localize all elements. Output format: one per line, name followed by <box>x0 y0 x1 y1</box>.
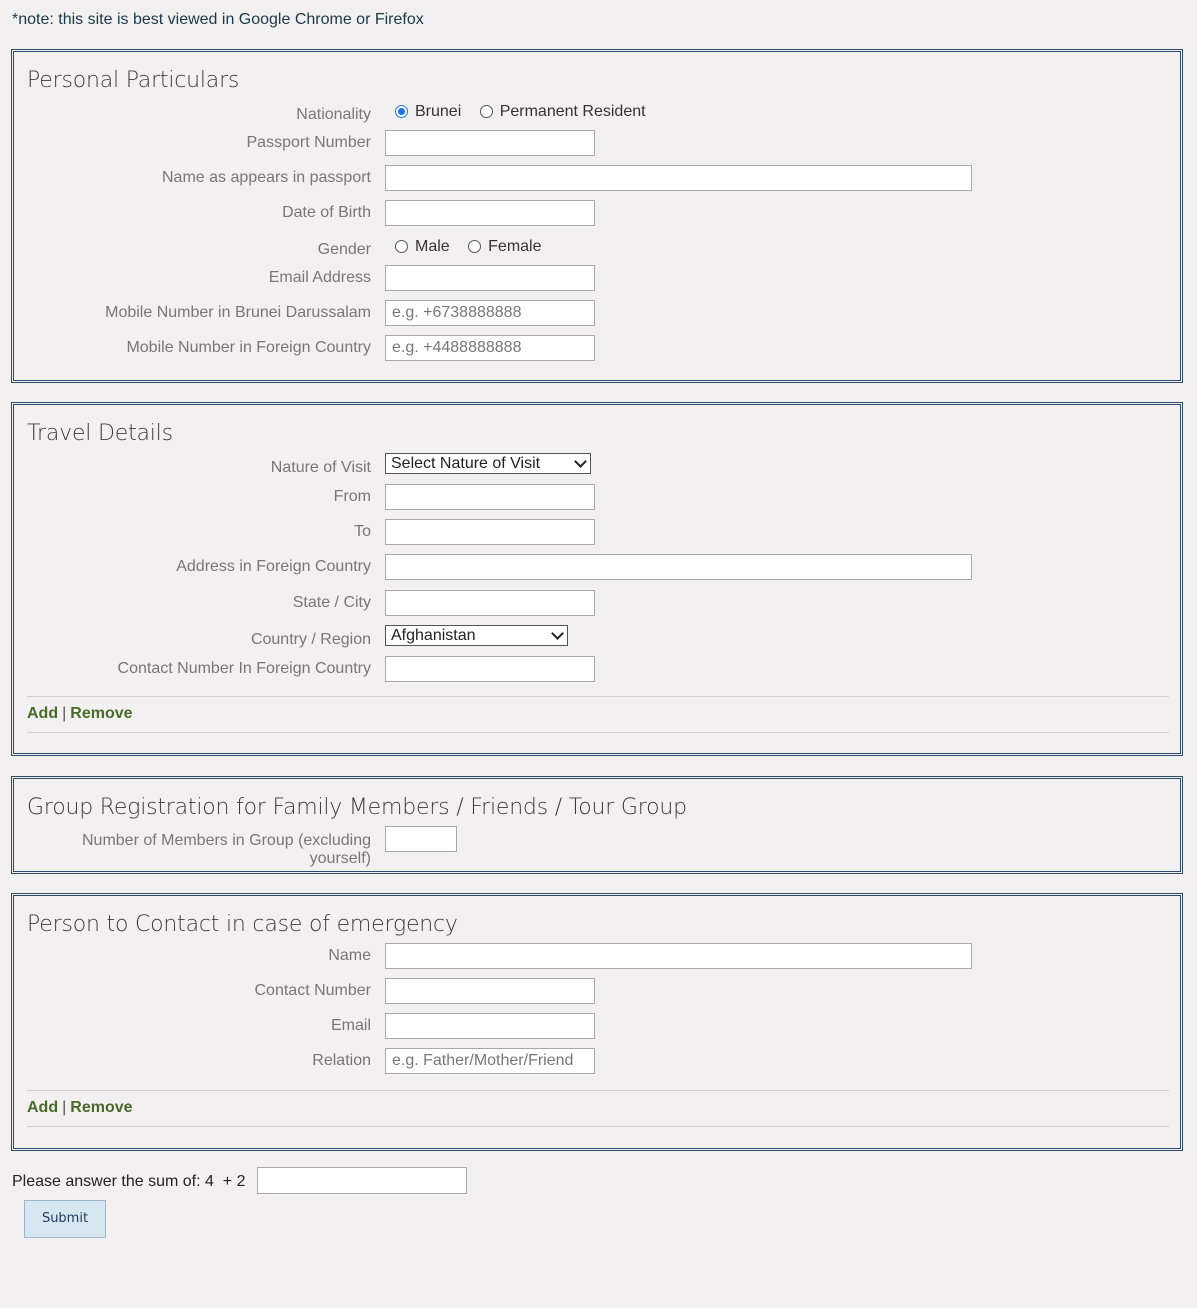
group-registration-section: Group Registration for Family Members / … <box>11 776 1183 874</box>
address-input[interactable] <box>385 554 972 580</box>
to-label: To <box>354 523 371 540</box>
personal-particulars-section: Personal Particulars Nationality Brunei … <box>11 49 1183 383</box>
gender-male-radio[interactable] <box>395 240 408 253</box>
add-remove-links: Add | Remove <box>27 1099 133 1117</box>
gender-radio-group: Male Female <box>395 238 556 256</box>
gender-female-label: Female <box>488 238 542 255</box>
emergency-contact-input[interactable] <box>385 978 595 1004</box>
section-title: Personal Particulars <box>27 68 240 93</box>
nationality-label: Nationality <box>296 106 371 123</box>
emergency-email-label: Email <box>330 1017 371 1034</box>
mobile-brunei-label: Mobile Number in Brunei Darussalam <box>105 304 371 321</box>
country-select[interactable]: Afghanistan <box>385 625 568 646</box>
add-link[interactable]: Add <box>27 1099 58 1116</box>
passport-label: Passport Number <box>246 134 372 151</box>
browser-note: *note: this site is best viewed in Googl… <box>12 11 424 28</box>
relation-input[interactable] <box>385 1048 595 1074</box>
add-remove-links: Add | Remove <box>27 705 133 723</box>
travel-details-section: Travel Details Nature of Visit Select Na… <box>11 402 1183 756</box>
nature-of-visit-select[interactable]: Select Nature of Visit <box>385 453 591 474</box>
nationality-brunei-radio[interactable] <box>395 105 408 118</box>
contact-foreign-input[interactable] <box>385 656 595 682</box>
mobile-foreign-input[interactable] <box>385 335 595 361</box>
remove-link[interactable]: Remove <box>70 705 132 722</box>
chevron-down-icon <box>551 627 564 640</box>
mobile-foreign-label: Mobile Number in Foreign Country <box>126 339 371 356</box>
name-label: Name as appears in passport <box>162 169 371 186</box>
emergency-email-input[interactable] <box>385 1013 595 1039</box>
nature-label: Nature of Visit <box>270 459 371 476</box>
emergency-name-label: Name <box>328 947 371 964</box>
separator: | <box>62 1099 67 1116</box>
gender-male-label: Male <box>415 238 450 255</box>
members-input[interactable] <box>385 826 457 852</box>
members-label: Number of Members in Group (excluding yo… <box>81 832 371 867</box>
address-label: Address in Foreign Country <box>176 558 371 575</box>
email-label: Email Address <box>268 269 371 286</box>
nationality-radio-group: Brunei Permanent Resident <box>395 103 660 121</box>
gender-label: Gender <box>317 241 371 258</box>
add-link[interactable]: Add <box>27 705 58 722</box>
dob-input[interactable] <box>385 200 595 226</box>
chevron-down-icon <box>574 455 587 468</box>
captcha-input[interactable] <box>257 1167 467 1194</box>
from-label: From <box>333 488 371 505</box>
nationality-pr-radio[interactable] <box>479 105 493 118</box>
section-title: Group Registration for Family Members / … <box>27 795 687 820</box>
country-value: Afghanistan <box>391 627 476 644</box>
mobile-brunei-input[interactable] <box>385 300 595 326</box>
separator: | <box>62 705 67 722</box>
email-input[interactable] <box>385 265 595 291</box>
from-input[interactable] <box>385 484 595 510</box>
state-input[interactable] <box>385 590 595 616</box>
divider <box>27 696 1169 697</box>
submit-button[interactable]: Submit <box>24 1200 106 1238</box>
country-label: Country / Region <box>250 631 371 648</box>
divider <box>27 732 1169 733</box>
nationality-pr-label: Permanent Resident <box>499 103 646 120</box>
name-input[interactable] <box>385 165 972 191</box>
divider <box>27 1090 1169 1091</box>
emergency-contact-label: Contact Number <box>254 982 372 999</box>
gender-female-radio[interactable] <box>468 240 482 253</box>
nature-of-visit-value: Select Nature of Visit <box>391 455 541 472</box>
remove-link[interactable]: Remove <box>70 1099 132 1116</box>
section-title: Travel Details <box>27 421 173 446</box>
to-input[interactable] <box>385 519 595 545</box>
captcha-label: Please answer the sum of: 4 + 2 <box>12 1173 246 1190</box>
nationality-brunei-label: Brunei <box>415 103 462 120</box>
divider <box>27 1126 1169 1127</box>
emergency-contact-section: Person to Contact in case of emergency N… <box>11 893 1183 1151</box>
relation-label: Relation <box>312 1052 371 1069</box>
dob-label: Date of Birth <box>282 204 371 221</box>
passport-input[interactable] <box>385 130 595 156</box>
contact-foreign-label: Contact Number In Foreign Country <box>117 660 371 677</box>
state-label: State / City <box>292 594 371 611</box>
emergency-name-input[interactable] <box>385 943 972 969</box>
section-title: Person to Contact in case of emergency <box>27 912 458 937</box>
